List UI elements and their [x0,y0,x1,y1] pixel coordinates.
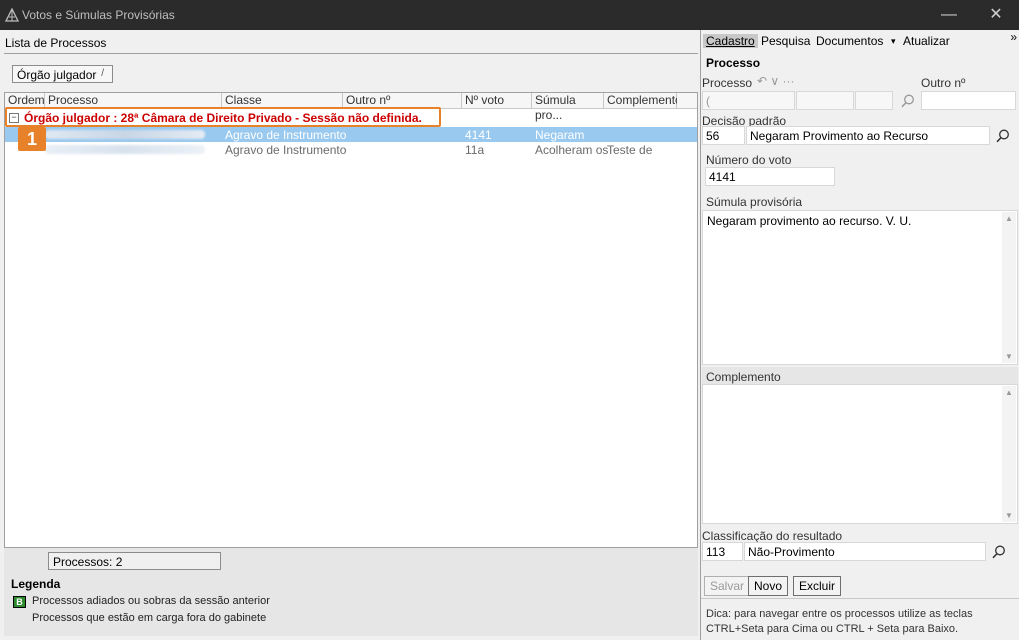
table-row[interactable]: Agravo de Instrumento 11a Acolheram os T… [5,142,697,157]
process-count: Processos: 2 [48,552,221,570]
complemento-textarea[interactable]: ▲ ▼ [702,384,1018,524]
divider [4,53,698,54]
process-grid[interactable]: Ordem Processo Classe Outro nº Nº voto S… [4,92,698,548]
process-number-field[interactable]: ( [702,91,795,110]
action-bar: Salvar Novo Excluir [701,572,1019,598]
cell-classe: Agravo de Instrumento [225,128,347,142]
navigation-hint: Dica: para navegar entre os processos ut… [706,608,973,635]
menu-cadastro[interactable]: Cadastro [703,34,758,48]
process-number-field-2[interactable] [796,91,854,110]
highlight-box [5,107,441,127]
legend-item-postponed: Processos adiados ou sobras da sessão an… [32,595,270,607]
menu-bar: Cadastro Pesquisa Documentos ▾ Atualizar… [701,30,1019,51]
more-icon[interactable]: » [1010,30,1017,44]
redacted-process-number [45,130,205,139]
redacted-process-number [45,145,205,154]
menu-atualizar[interactable]: Atualizar [903,34,950,48]
search-icon[interactable] [995,128,1011,144]
process-number-field-3[interactable] [855,91,893,110]
menu-documentos[interactable]: Documentos [816,34,883,48]
status-bar: Processos: 2 [4,548,698,574]
menu-pesquisa[interactable]: Pesquisa [761,34,810,48]
complemento-header: Complemento [702,367,1018,385]
process-nav-icons[interactable]: ↶ ∨ ··· [757,74,795,88]
outro-label: Outro nº [921,76,966,90]
close-button[interactable]: ✕ [973,0,1019,30]
col-complemento[interactable]: Complemento [604,93,682,109]
classificacao-label: Classificação do resultado [702,529,843,543]
cell-voto: 4141 [465,128,492,142]
sumula-text: Negaram provimento ao recurso. V. U. [707,214,912,228]
col-sumula[interactable]: Súmula pro... [532,93,604,122]
cell-complemento: Teste de [607,143,653,157]
sumula-label: Súmula provisória [706,195,803,209]
save-button[interactable]: Salvar [704,576,751,596]
window-title: Votos e Súmulas Provisórias [22,8,175,22]
col-filler [677,93,697,109]
cell-sumula: Acolheram os [535,143,609,157]
section-title: Processo [706,56,761,70]
decisao-text-field[interactable]: Negaram Provimento ao Recurso [746,126,990,145]
postponed-icon: B [13,596,26,608]
sumula-textarea[interactable]: Negaram provimento ao recurso. V. U. ▲ ▼ [702,210,1018,365]
cell-sumula: Negaram [535,128,585,142]
panel-title: Lista de Processos [5,36,107,50]
app-logo-icon [5,8,19,22]
group-chip-label: Órgão julgador [17,68,97,82]
voto-field[interactable]: 4141 [705,167,835,186]
window-titlebar: Votos e Súmulas Provisórias — ✕ [0,0,1019,30]
voto-label: Número do voto [706,153,792,167]
table-row[interactable]: Agravo de Instrumento 4141 Negaram [5,127,697,142]
processo-label: Processo [702,76,753,90]
scrollbar[interactable]: ▲ ▼ [1002,386,1016,522]
divider [701,598,1019,599]
legend-title: Legenda [11,577,61,591]
scrollbar[interactable]: ▲ ▼ [1002,212,1016,363]
delete-button[interactable]: Excluir [793,576,842,596]
sort-indicator-icon: / [101,68,104,79]
group-by-chip[interactable]: Órgão julgador / [12,65,113,83]
chevron-down-icon[interactable]: ▾ [891,36,896,47]
outro-field[interactable] [921,91,1016,110]
classificacao-code-field[interactable]: 113 [702,542,743,561]
search-icon[interactable] [991,544,1007,560]
process-list-panel: Lista de Processos Órgão julgador / Orde… [0,30,700,640]
step-badge: 1 [18,127,46,151]
minimize-button[interactable]: — [926,0,972,30]
classificacao-text-field[interactable]: Não-Provimento [744,542,986,561]
search-icon[interactable] [900,93,916,109]
scroll-up-icon[interactable]: ▲ [1005,214,1013,223]
scroll-down-icon[interactable]: ▼ [1005,352,1013,361]
legend: Legenda B Processos adiados ou sobras da… [4,574,698,636]
cell-classe: Agravo de Instrumento [225,143,347,157]
cell-voto: 11a [465,143,485,157]
scroll-down-icon[interactable]: ▼ [1005,511,1013,520]
new-button[interactable]: Novo [748,576,789,596]
detail-panel: Cadastro Pesquisa Documentos ▾ Atualizar… [700,30,1019,640]
col-voto[interactable]: Nº voto [462,93,532,109]
complemento-label: Complemento [706,370,781,384]
decisao-code-field[interactable]: 56 [702,126,745,145]
legend-item-out-of-office: Processos que estão em carga fora do gab… [32,612,267,624]
scroll-up-icon[interactable]: ▲ [1005,388,1013,397]
